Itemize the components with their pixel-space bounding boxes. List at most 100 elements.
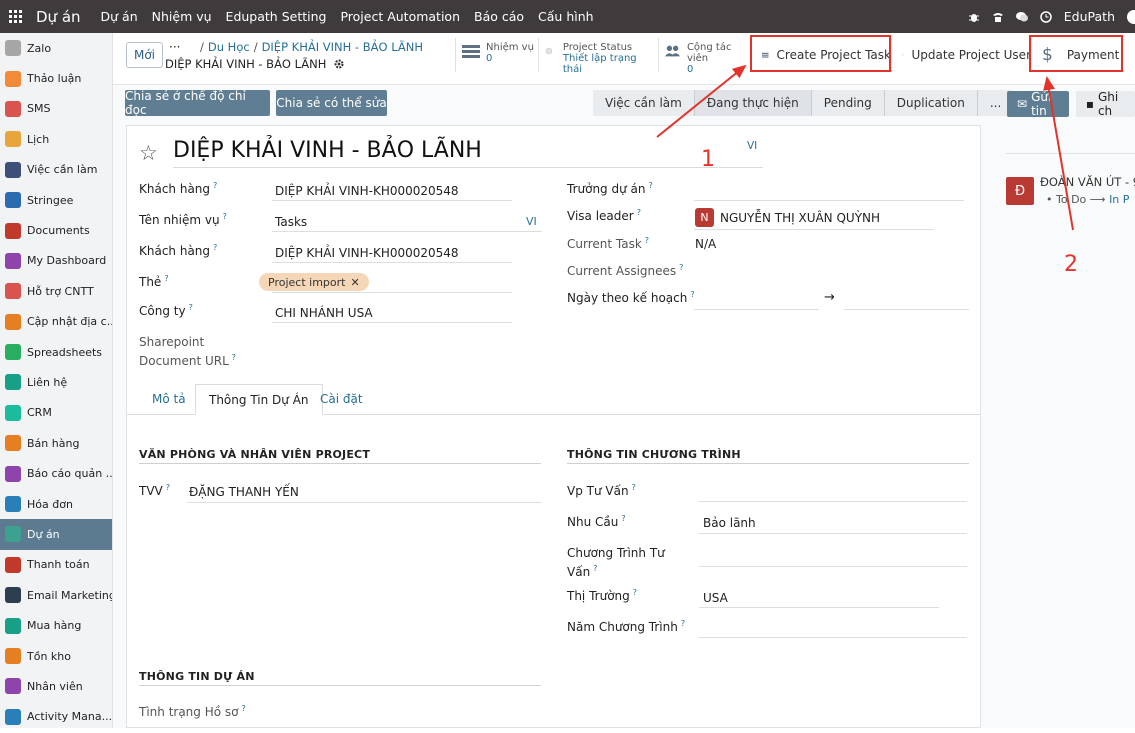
share-readonly-button[interactable]: Chia sẻ ở chế độ chỉ đọc <box>125 90 270 116</box>
project-title[interactable]: DIỆP KHẢI VINH - BẢO LÃNH <box>173 138 482 163</box>
clock-icon[interactable] <box>1040 11 1052 23</box>
sidebar-item[interactable]: Hỗ trợ CNTT <box>0 276 112 306</box>
sidebar-item[interactable]: Zalo <box>0 33 112 63</box>
tag-badge[interactable]: Project import ✕ <box>259 273 369 291</box>
date-end-input[interactable] <box>844 309 969 310</box>
chatter-author[interactable]: ĐOÀN VĂN ÚT - 9 <box>1040 175 1135 189</box>
share-edit-button[interactable]: Chia sẻ có thể sửa <box>276 90 387 116</box>
sidebar-item[interactable]: Stringee <box>0 185 112 215</box>
sidebar-item[interactable]: Bán hàng <box>0 428 112 458</box>
help-icon[interactable]: ? <box>648 181 652 190</box>
star-icon[interactable]: ☆ <box>139 141 158 165</box>
need-value[interactable]: Bảo lãnh <box>703 516 756 530</box>
market-value[interactable]: USA <box>703 591 728 605</box>
sharepoint-label-text: Sharepoint Document URL <box>139 335 229 368</box>
chatter-activity: • To Do ⟶ In P <box>1046 193 1129 206</box>
sidebar-item[interactable]: Thảo luận <box>0 63 112 93</box>
stat-button-project-status[interactable]: Project StatusThiết lập trạng thái <box>538 38 658 72</box>
help-icon[interactable]: ? <box>242 704 246 713</box>
customer2-value[interactable]: DIỆP KHẢI VINH-KH000020548 <box>275 246 459 260</box>
stage-pending[interactable]: Pending <box>811 90 884 116</box>
chat-icon[interactable] <box>1016 11 1028 23</box>
task-name-lang-button[interactable]: VI <box>526 215 537 228</box>
visa-leader-value[interactable]: NGUYỄN THỊ XUÂN QUỲNH <box>720 211 880 225</box>
task-name-value[interactable]: Tasks <box>275 215 307 229</box>
tab-thong-tin-du-an[interactable]: Thông Tin Dự Án <box>195 384 323 415</box>
send-message-button[interactable]: ✉ Gửi tin <box>1007 91 1069 117</box>
help-icon[interactable]: ? <box>632 483 636 492</box>
user-menu[interactable]: EduPath <box>1064 9 1115 24</box>
sidebar-item[interactable]: Lịch <box>0 124 112 154</box>
menu-item-cau-hinh[interactable]: Cấu hình <box>538 9 594 24</box>
sidebar-item[interactable]: Nhân viên <box>0 671 112 701</box>
sidebar-item[interactable]: My Dashboard <box>0 246 112 276</box>
sidebar-item[interactable]: Hóa đơn <box>0 489 112 519</box>
customer-value[interactable]: DIỆP KHẢI VINH-KH000020548 <box>275 184 459 198</box>
sidebar-item[interactable]: Spreadsheets <box>0 337 112 367</box>
sidebar-item[interactable]: Mua hàng <box>0 610 112 640</box>
phone-icon[interactable] <box>992 11 1004 23</box>
stat-button-tasks[interactable]: Nhiệm vụ0 <box>455 38 538 72</box>
sidebar-item[interactable]: SMS <box>0 94 112 124</box>
sidebar-item[interactable]: Activity Mana... <box>0 702 112 728</box>
menu-item-edupath-setting[interactable]: Edupath Setting <box>226 9 327 24</box>
help-icon[interactable]: ? <box>213 243 217 252</box>
send-message-label: Gửi tin <box>1031 90 1059 118</box>
stage-duplication[interactable]: Duplication <box>884 90 977 116</box>
sidebar-item[interactable]: Liên hệ <box>0 367 112 397</box>
sidebar-item[interactable]: Báo cáo quản ... <box>0 458 112 488</box>
menu-item-project-automation[interactable]: Project Automation <box>340 9 460 24</box>
close-icon[interactable]: ✕ <box>350 276 359 289</box>
help-icon[interactable]: ? <box>681 619 685 628</box>
stat-button-collaborators[interactable]: Cộng tác viên0 <box>658 38 748 72</box>
gear-icon[interactable] <box>334 59 344 69</box>
help-icon[interactable]: ? <box>213 181 217 190</box>
help-icon[interactable]: ? <box>679 263 683 272</box>
breadcrumb-current[interactable]: DIỆP KHẢI VINH - BẢO LÃNH <box>262 40 423 54</box>
stage-dang-thuc-hien[interactable]: Đang thực hiện <box>694 90 811 116</box>
menu-item-du-an[interactable]: Dự án <box>101 9 138 24</box>
help-icon[interactable]: ? <box>232 353 236 362</box>
sidebar-item[interactable]: Dự án <box>0 519 112 549</box>
update-project-user-button[interactable]: Update Project User <box>891 38 1031 72</box>
sidebar-item[interactable]: Việc cần làm <box>0 155 112 185</box>
sidebar-item[interactable]: Email Marketing <box>0 580 112 610</box>
sidebar-item[interactable]: Tồn kho <box>0 641 112 671</box>
control-panel: Mới ··· /Du Học/DIỆP KHẢI VINH - BẢO LÃN… <box>113 33 1135 85</box>
field-underline <box>699 637 967 638</box>
help-icon[interactable]: ? <box>690 290 694 299</box>
help-icon[interactable]: ? <box>621 514 625 523</box>
help-icon[interactable]: ? <box>593 564 597 573</box>
tab-mo-ta[interactable]: Mô tả <box>139 384 199 415</box>
help-icon[interactable]: ? <box>633 588 637 597</box>
help-icon[interactable]: ? <box>166 483 170 492</box>
breadcrumb-parent[interactable]: Du Học <box>208 40 250 54</box>
menu-item-nhiem-vu[interactable]: Nhiệm vụ <box>152 9 212 24</box>
sidebar-item[interactable]: CRM <box>0 398 112 428</box>
help-icon[interactable]: ? <box>637 208 641 217</box>
app-brand[interactable]: Dự án <box>36 8 81 26</box>
help-icon[interactable]: ? <box>189 303 193 312</box>
bug-icon[interactable] <box>968 11 980 23</box>
date-start-input[interactable] <box>694 309 819 310</box>
help-icon[interactable]: ? <box>223 212 227 221</box>
new-button[interactable]: Mới <box>126 42 163 68</box>
envelope-icon: ✉ <box>1017 97 1027 111</box>
apps-grid-icon[interactable] <box>9 10 23 24</box>
user-avatar[interactable] <box>1127 10 1135 24</box>
sidebar-item[interactable]: Documents <box>0 215 112 245</box>
sidebar-item[interactable]: Thanh toán <box>0 550 112 580</box>
tab-cai-dat[interactable]: Cài đặt <box>307 384 376 415</box>
title-lang-button[interactable]: VI <box>747 140 757 152</box>
tvv-value[interactable]: ĐẶNG THANH YẾN <box>189 485 299 499</box>
log-note-button[interactable]: ▪Ghi ch <box>1076 91 1135 117</box>
company-value[interactable]: CHI NHÁNH USA <box>275 306 373 320</box>
help-icon[interactable]: ? <box>645 236 649 245</box>
sidebar-item[interactable]: Cập nhật địa c... <box>0 307 112 337</box>
stage-viec-can-lam[interactable]: Việc cần làm <box>593 90 694 116</box>
title-underline <box>173 167 763 168</box>
help-icon[interactable]: ? <box>164 274 168 283</box>
breadcrumb-more[interactable]: ··· <box>169 40 180 54</box>
menu-item-bao-cao[interactable]: Báo cáo <box>474 9 524 24</box>
tag-text: Project import <box>268 276 345 289</box>
